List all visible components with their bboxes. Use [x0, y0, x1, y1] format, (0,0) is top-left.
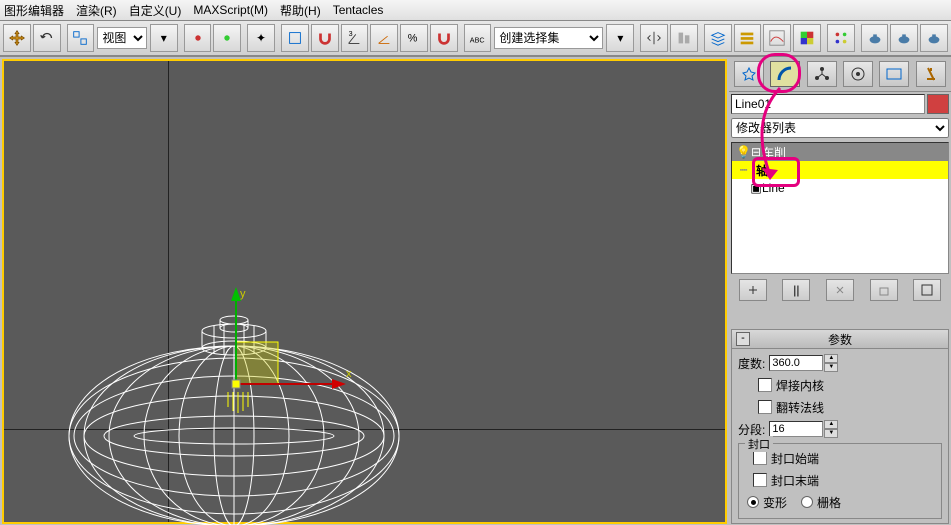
align-icon[interactable] [670, 24, 698, 52]
display-tab-icon[interactable] [879, 61, 909, 87]
degrees-label: 度数: [738, 355, 765, 372]
morph-radio[interactable] [747, 496, 759, 508]
svg-text:ABC: ABC [470, 36, 485, 45]
angle2-icon[interactable] [370, 24, 398, 52]
weld-checkbox[interactable] [758, 378, 772, 392]
weld-label: 焊接内核 [776, 377, 824, 394]
menu-maxscript[interactable]: MAXScript(M) [193, 3, 268, 17]
svg-text:y: y [240, 288, 246, 300]
modifier-line[interactable]: ▣Line [732, 179, 948, 197]
menu-render[interactable]: 渲染(R) [76, 2, 117, 19]
svg-text:3: 3 [349, 29, 353, 38]
object-name-input[interactable] [731, 94, 925, 114]
menu-graph-editor[interactable]: 图形编辑器 [4, 2, 64, 19]
angle-icon[interactable]: 3 [341, 24, 369, 52]
link-icon[interactable] [67, 24, 95, 52]
material-icon[interactable] [793, 24, 821, 52]
segments-input[interactable] [769, 421, 823, 437]
svg-text:%: % [408, 33, 418, 45]
remove-mod-icon[interactable] [870, 279, 898, 301]
grid-radio[interactable] [801, 496, 813, 508]
teapot3-icon[interactable] [920, 24, 948, 52]
tool-d-icon[interactable] [281, 24, 309, 52]
move-tool-icon[interactable] [3, 24, 31, 52]
modifier-axis-subobject[interactable]: ┈轴 [732, 161, 948, 179]
menu-customize[interactable]: 自定义(U) [129, 2, 182, 19]
object-color-swatch[interactable] [927, 94, 949, 114]
mirror-icon[interactable] [640, 24, 668, 52]
menu-bar: 图形编辑器 渲染(R) 自定义(U) MAXScript(M) 帮助(H) Te… [0, 0, 951, 21]
degrees-spinner[interactable]: ▲▼ [824, 354, 838, 372]
rollout-header[interactable]: - 参数 [732, 330, 948, 349]
stack-toolbar: || [731, 278, 949, 302]
percent-icon[interactable]: % [400, 24, 428, 52]
command-panel-tabs [729, 57, 951, 92]
svg-text:x: x [346, 368, 352, 380]
viewport[interactable]: y x [2, 59, 727, 524]
pin-stack-icon[interactable] [739, 279, 767, 301]
degrees-input[interactable] [769, 355, 823, 371]
schematic-icon[interactable] [734, 24, 762, 52]
collapse-icon[interactable]: - [736, 332, 750, 346]
menu-help[interactable]: 帮助(H) [280, 2, 321, 19]
magnet2-icon[interactable] [430, 24, 458, 52]
modifier-lathe[interactable]: 💡⊟车削 [732, 143, 948, 161]
cap-end-label: 封口末端 [771, 472, 819, 489]
teapot1-icon[interactable] [861, 24, 889, 52]
morph-label: 变形 [763, 494, 787, 511]
tool-b-icon[interactable] [213, 24, 241, 52]
cap-start-label: 封口始端 [771, 450, 819, 467]
render-setup-icon[interactable] [827, 24, 855, 52]
menu-tentacles[interactable]: Tentacles [333, 3, 384, 17]
undo-icon[interactable] [33, 24, 61, 52]
main-toolbar: 视图 ▾ ✦ 3 % ABC 创建选择集 ▾ [0, 21, 951, 57]
flip-checkbox[interactable] [758, 400, 772, 414]
cap-end-checkbox[interactable] [753, 473, 767, 487]
motion-tab-icon[interactable] [843, 61, 873, 87]
flip-label: 翻转法线 [776, 399, 824, 416]
dropdown-icon[interactable]: ▾ [150, 24, 178, 52]
modify-tab-icon[interactable] [770, 61, 800, 87]
segments-label: 分段: [738, 421, 765, 438]
params-rollout: - 参数 度数: ▲▼ 焊接内核 翻转法线 [731, 329, 949, 524]
modifier-list-dropdown[interactable]: 修改器列表 [731, 118, 949, 138]
utilities-tab-icon[interactable] [916, 61, 946, 87]
curve-editor-icon[interactable] [763, 24, 791, 52]
transform-gizmo[interactable]: y x [224, 287, 364, 440]
grid-label: 栅格 [817, 494, 841, 511]
cap-start-checkbox[interactable] [753, 451, 767, 465]
teapot2-icon[interactable] [890, 24, 918, 52]
segments-spinner[interactable]: ▲▼ [824, 420, 838, 438]
cap-group-label: 封口 [745, 436, 773, 452]
make-unique-icon[interactable] [826, 279, 854, 301]
layers-icon[interactable] [704, 24, 732, 52]
magnet-icon[interactable] [311, 24, 339, 52]
command-panel: 修改器列表 💡⊟车削 ┈轴 ▣Line || - 参数 [729, 57, 951, 525]
tool-a-icon[interactable] [184, 24, 212, 52]
hierarchy-tab-icon[interactable] [807, 61, 837, 87]
configure-icon[interactable] [913, 279, 941, 301]
dropdown2-icon[interactable]: ▾ [606, 24, 634, 52]
named-selection[interactable]: 创建选择集 [494, 27, 603, 49]
show-end-icon[interactable]: || [782, 279, 810, 301]
modifier-stack[interactable]: 💡⊟车削 ┈轴 ▣Line [731, 142, 949, 274]
view-select[interactable]: 视图 [97, 27, 147, 49]
tool-c-icon[interactable]: ✦ [247, 24, 275, 52]
create-tab-icon[interactable] [734, 61, 764, 87]
abc-icon[interactable]: ABC [464, 24, 492, 52]
